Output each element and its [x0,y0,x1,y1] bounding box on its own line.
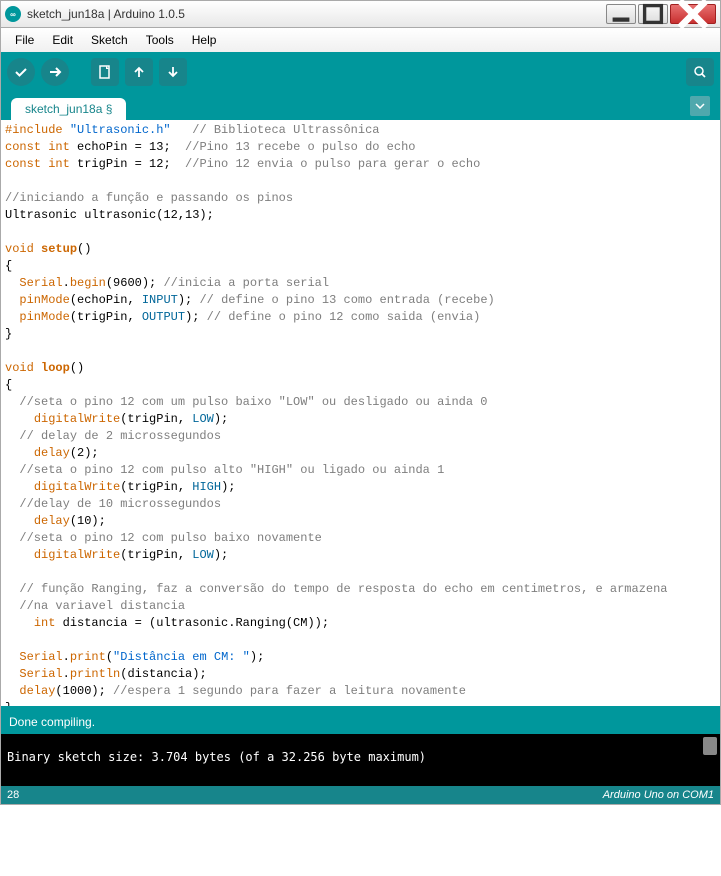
toolbar [0,52,721,92]
menubar: File Edit Sketch Tools Help [0,28,721,52]
serial-monitor-button[interactable] [686,58,714,86]
save-button[interactable] [159,58,187,86]
open-button[interactable] [125,58,153,86]
upload-button[interactable] [41,58,69,86]
window-title: sketch_jun18a | Arduino 1.0.5 [27,7,606,21]
menu-sketch[interactable]: Sketch [83,31,136,49]
new-button[interactable] [91,58,119,86]
menu-file[interactable]: File [7,31,42,49]
console-scrollbar[interactable] [702,736,718,784]
arduino-app-icon: ∞ [5,6,21,22]
console-output: Binary sketch size: 3.704 bytes (of a 32… [1,734,720,786]
footer-bar: 28 Arduino Uno on COM1 [1,786,720,804]
line-number: 28 [7,789,603,801]
verify-button[interactable] [7,58,35,86]
board-info: Arduino Uno on COM1 [603,789,714,801]
titlebar: ∞ sketch_jun18a | Arduino 1.0.5 [0,0,721,28]
sketch-tab[interactable]: sketch_jun18a § [11,98,126,120]
editor-area: #include "Ultrasonic.h" // Biblioteca Ul… [0,120,721,805]
code-editor[interactable]: #include "Ultrasonic.h" // Biblioteca Ul… [1,120,720,706]
menu-edit[interactable]: Edit [44,31,81,49]
minimize-button[interactable] [606,4,636,24]
menu-tools[interactable]: Tools [138,31,182,49]
window-controls [606,4,716,24]
menu-help[interactable]: Help [184,31,225,49]
maximize-button[interactable] [638,4,668,24]
compile-status: Done compiling. [1,712,720,734]
console-text: Binary sketch size: 3.704 bytes (of a 32… [7,750,426,764]
close-button[interactable] [670,4,716,24]
tabbar: sketch_jun18a § [0,92,721,120]
tab-menu-button[interactable] [690,96,710,116]
